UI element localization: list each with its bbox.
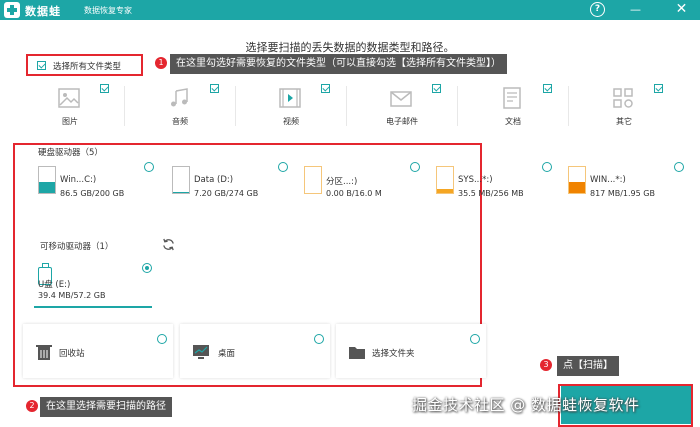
select-all-check-icon[interactable] (37, 61, 46, 70)
email-icon (390, 91, 412, 107)
recycle-bin-icon (36, 345, 52, 360)
drive-size: 7.20 GB/274 GB (194, 189, 259, 198)
document-icon (503, 87, 521, 109)
usb-drive-e[interactable]: U盘 (E:) 39.4 MB/57.2 GB (34, 263, 152, 308)
drive-win[interactable]: WIN...*:) 817 MB/1.95 GB (560, 162, 688, 220)
file-type-video-checkbox[interactable] (321, 84, 330, 93)
drive-c[interactable]: Win...C:) 86.5 GB/200 GB (30, 162, 158, 220)
annotation-2-badge: 2 (26, 400, 38, 412)
other-icon (613, 88, 633, 108)
drive-name: Data (D:) (194, 175, 234, 185)
file-type-audio-checkbox[interactable] (210, 84, 219, 93)
help-button[interactable]: ? (590, 2, 605, 17)
usb-name: U盘 (E:) (38, 280, 71, 290)
hard-drive-icon (304, 166, 322, 194)
usb-radio[interactable] (142, 263, 152, 273)
usb-size: 39.4 MB/57.2 GB (38, 291, 106, 300)
location-radio[interactable] (157, 334, 167, 344)
drive-radio[interactable] (542, 162, 552, 172)
title-bar: 数据蛙 数据恢复专家 ? — ✕ (0, 0, 700, 20)
file-type-other[interactable]: 其它 (568, 80, 668, 132)
drive-usage-fill (437, 189, 453, 193)
drive-sys[interactable]: SYS...*:) 35.5 MB/256 MB (428, 162, 556, 220)
location-radio[interactable] (470, 334, 480, 344)
annotation-3-callout: 点【扫描】 (557, 356, 619, 376)
location-desktop[interactable]: 桌面 (180, 324, 330, 378)
file-type-video[interactable]: 视频 (235, 80, 335, 132)
drive-name: SYS...*:) (458, 175, 493, 185)
drive-usage-fill (569, 182, 585, 193)
removable-drives-label: 可移动驱动器（1） (40, 242, 114, 252)
file-type-other-checkbox[interactable] (654, 84, 663, 93)
location-label: 选择文件夹 (372, 349, 415, 359)
drive-radio[interactable] (144, 162, 154, 172)
image-icon (58, 88, 80, 108)
location-radio[interactable] (314, 334, 324, 344)
file-type-audio-label: 音频 (172, 117, 188, 126)
close-button[interactable]: ✕ (674, 2, 689, 17)
watermark: 掘金技术社区 @ 数据蛙恢复软件 (412, 396, 640, 414)
music-icon (171, 88, 188, 107)
drive-size: 0.00 B/16.0 M (326, 189, 382, 198)
location-label: 桌面 (218, 349, 236, 359)
file-type-video-label: 视频 (283, 117, 299, 126)
file-type-email[interactable]: 电子邮件 (346, 80, 446, 132)
hard-drive-icon (38, 166, 56, 194)
location-label: 回收站 (59, 349, 85, 359)
desktop-icon (193, 345, 209, 359)
file-type-document[interactable]: 文档 (457, 80, 557, 132)
drive-name: Win...C:) (60, 175, 97, 185)
hard-drives-label: 硬盘驱动器（5） (38, 148, 103, 158)
app-brand: 数据蛙 (25, 5, 61, 18)
annotation-1-badge: 1 (155, 57, 167, 69)
file-type-email-label: 电子邮件 (386, 117, 418, 126)
hard-drive-icon (568, 166, 586, 194)
video-icon (279, 88, 301, 108)
drive-size: 35.5 MB/256 MB (458, 189, 524, 198)
file-type-image[interactable]: 图片 (14, 80, 114, 132)
drive-size: 86.5 GB/200 GB (60, 189, 125, 198)
drive-name: 分区...:) (326, 177, 358, 187)
drive-size: 817 MB/1.95 GB (590, 189, 655, 198)
app-logo-icon (4, 2, 20, 18)
refresh-icon[interactable] (162, 238, 175, 251)
hard-drive-icon (172, 166, 190, 194)
hard-drive-icon (436, 166, 454, 194)
minimize-button[interactable]: — (628, 2, 643, 17)
file-type-document-label: 文档 (505, 117, 521, 126)
drive-usage-fill (39, 181, 55, 193)
drive-radio[interactable] (278, 162, 288, 172)
location-recycle-bin[interactable]: 回收站 (23, 324, 173, 378)
drive-radio[interactable] (674, 162, 684, 172)
file-type-other-label: 其它 (616, 117, 632, 126)
page-heading: 选择要扫描的丢失数据的数据类型和路径。 (245, 41, 455, 54)
drive-radio[interactable] (410, 162, 420, 172)
drive-partition[interactable]: 分区...:) 0.00 B/16.0 M (296, 162, 424, 220)
drive-usage-fill (173, 192, 189, 193)
annotation-1-callout: 在这里勾选好需要恢复的文件类型（可以直接勾选【选择所有文件类型】） (170, 54, 507, 74)
select-all-label: 选择所有文件类型 (53, 62, 122, 72)
drive-d[interactable]: Data (D:) 7.20 GB/274 GB (164, 162, 292, 220)
file-type-row: 图片 音频 视频 电子邮件 文档 其它 (0, 80, 700, 136)
file-type-document-checkbox[interactable] (543, 84, 552, 93)
location-choose-folder[interactable]: 选择文件夹 (336, 324, 486, 378)
folder-icon (349, 347, 365, 359)
select-all-types-checkbox[interactable]: 选择所有文件类型 (26, 54, 143, 76)
file-type-image-checkbox[interactable] (100, 84, 109, 93)
annotation-2-callout: 在这里选择需要扫描的路径 (40, 397, 172, 417)
app-tagline: 数据恢复专家 (84, 6, 132, 15)
annotation-3-badge: 3 (540, 359, 552, 371)
file-type-audio[interactable]: 音频 (124, 80, 224, 132)
file-type-image-label: 图片 (62, 117, 78, 126)
drive-name: WIN...*:) (590, 175, 626, 185)
file-type-email-checkbox[interactable] (432, 84, 441, 93)
